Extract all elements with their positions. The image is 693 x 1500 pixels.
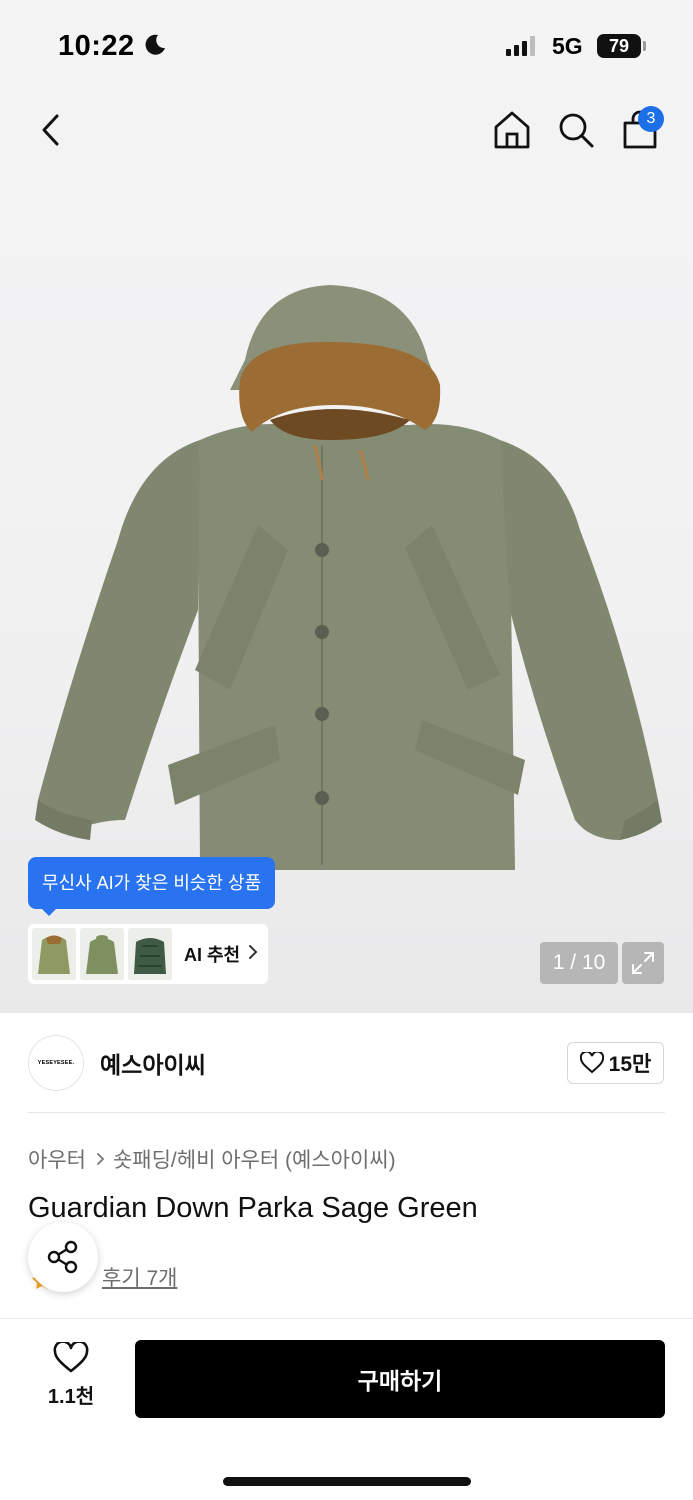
breadcrumb-item[interactable]: 숏패딩/헤비 아우터 (예스아이씨) (113, 1144, 396, 1174)
cart-count-badge: 3 (638, 106, 664, 132)
review-link[interactable]: 후기 7개 (102, 1262, 177, 1292)
tooltip-tail (40, 907, 58, 916)
brand-like-count: 15만 (608, 1053, 652, 1076)
home-icon (494, 111, 530, 149)
home-button[interactable] (490, 108, 534, 152)
ai-recommend-tooltip[interactable]: 무신사 AI가 찾은 비슷한 상품 (28, 857, 276, 909)
buy-button[interactable]: 구매하기 (135, 1340, 665, 1418)
breadcrumb-item[interactable]: 아우터 (28, 1144, 86, 1174)
ai-recommend-card[interactable]: AI 추천 (28, 924, 268, 984)
status-bar: 10:22 5G 79 (0, 0, 693, 90)
product-title: Guardian Down Parka Sage Green (28, 1192, 478, 1224)
product-image[interactable] (30, 280, 666, 900)
wishlist-count: 1.1천 (47, 1386, 95, 1408)
brand-name[interactable]: 예스아이씨 (100, 1046, 206, 1080)
chevron-right-icon (248, 944, 258, 965)
back-button[interactable] (30, 108, 72, 152)
share-icon (47, 1240, 78, 1274)
battery-level: 79 (597, 34, 641, 58)
heart-icon (53, 1342, 89, 1373)
brand-logo[interactable]: YESEYESEE. (28, 1035, 84, 1091)
breadcrumb: 아우터 숏패딩/헤비 아우터 (예스아이씨) (28, 1144, 396, 1174)
heart-icon (579, 1052, 604, 1074)
divider (28, 1112, 665, 1113)
image-counter: 1 / 10 (540, 942, 618, 984)
similar-product-thumb[interactable] (80, 928, 124, 980)
network-type: 5G (552, 33, 583, 59)
search-button[interactable] (554, 108, 598, 152)
battery-icon (643, 41, 646, 51)
chevron-left-icon (42, 114, 59, 146)
wishlist-button[interactable]: 1.1천 (30, 1342, 112, 1418)
share-button[interactable] (28, 1222, 98, 1292)
product-gallery[interactable]: 10:22 5G 79 3 무신사 AI가 찾은 비슷한 상품 AI 추천 1 … (0, 0, 693, 1013)
status-time: 10:22 (58, 30, 135, 62)
signal-icon (506, 36, 538, 61)
expand-image-button[interactable] (622, 942, 664, 984)
search-icon (559, 113, 594, 148)
moon-icon (143, 33, 167, 62)
chevron-right-icon (96, 1152, 105, 1166)
ai-recommend-label: AI 추천 (184, 945, 241, 965)
similar-product-thumb[interactable] (32, 928, 76, 980)
brand-like-button[interactable]: 15만 (567, 1042, 664, 1084)
similar-product-thumb[interactable] (128, 928, 172, 980)
expand-icon (632, 952, 654, 974)
home-indicator[interactable] (223, 1477, 471, 1486)
